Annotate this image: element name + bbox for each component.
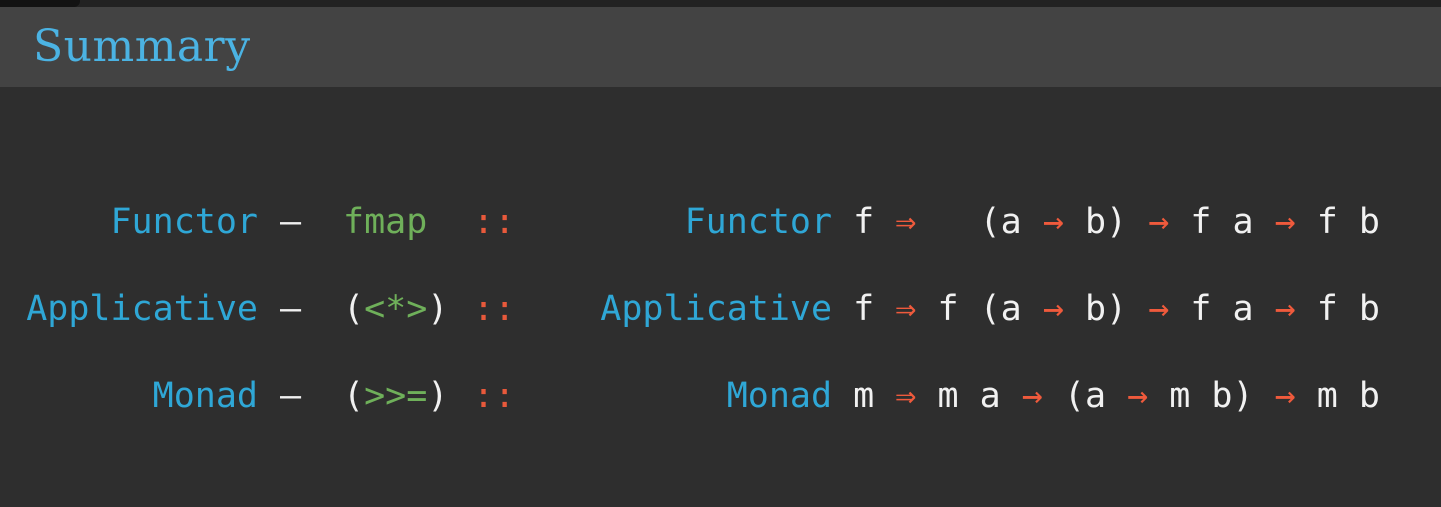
- signature-part: f a: [1169, 202, 1275, 242]
- fat-arrow: ⇒: [895, 289, 917, 329]
- signature-part: b): [1063, 202, 1149, 242]
- arrow: →: [1274, 376, 1296, 416]
- arrow: →: [1042, 289, 1064, 329]
- arrow: →: [1127, 376, 1149, 416]
- signature-part: (a: [1042, 376, 1128, 416]
- window-top-edge: [0, 0, 1441, 7]
- operator-symbol: <*>: [364, 289, 428, 329]
- operator-open-paren: (: [343, 289, 365, 329]
- class-name: Monad: [152, 376, 258, 416]
- operator-open-paren: (: [343, 376, 365, 416]
- arrow: →: [1148, 202, 1170, 242]
- arrow: →: [1021, 376, 1043, 416]
- window-tab-edge: [0, 0, 80, 7]
- arrow: →: [1042, 202, 1064, 242]
- slide: Summary Functor — fmap :: Functor f ⇒ (a…: [0, 0, 1441, 507]
- signature-var: f: [832, 289, 896, 329]
- signature-var: m: [832, 376, 896, 416]
- arrow: →: [1148, 289, 1170, 329]
- signature-part: f a: [1169, 289, 1275, 329]
- operator-symbol: fmap: [343, 202, 428, 242]
- signature-part: b): [1063, 289, 1149, 329]
- type-signature: Monad m ⇒ m a → (a → m b) → m b: [727, 353, 1380, 439]
- signature-class: Applicative: [600, 289, 833, 329]
- class-name: Applicative: [26, 289, 258, 329]
- signature-part: m b): [1148, 376, 1275, 416]
- slide-header: Summary: [0, 7, 1441, 87]
- signature-part: m b: [1295, 376, 1380, 416]
- operator: (<*>): [343, 266, 448, 352]
- signature-part: f b: [1295, 289, 1380, 329]
- em-dash: —: [280, 202, 302, 242]
- signature-part: f (a: [916, 289, 1043, 329]
- fat-arrow: ⇒: [895, 202, 917, 242]
- signature-class: Monad: [726, 376, 833, 416]
- operator-close-paren: ): [427, 289, 449, 329]
- type-signature: Applicative f ⇒ f (a → b) → f a → f b: [600, 266, 1380, 352]
- em-dash: —: [280, 289, 302, 329]
- signature-class: Functor: [684, 202, 833, 242]
- signature-var: f: [832, 202, 896, 242]
- type-colons: ::: [473, 376, 516, 416]
- type-colons: ::: [473, 289, 516, 329]
- type-colons: ::: [473, 202, 516, 242]
- fat-arrow: ⇒: [895, 376, 917, 416]
- class-name: Functor: [110, 202, 258, 242]
- signature-part: (a: [916, 202, 1043, 242]
- slide-title: Summary: [33, 21, 251, 72]
- arrow: →: [1274, 289, 1296, 329]
- type-signature: Functor f ⇒ (a → b) → f a → f b: [685, 179, 1380, 265]
- signature-part: m a: [916, 376, 1022, 416]
- operator: (>>=): [343, 353, 448, 439]
- arrow: →: [1274, 202, 1296, 242]
- operator: fmap: [343, 179, 427, 265]
- em-dash: —: [280, 376, 302, 416]
- operator-symbol: >>=: [364, 376, 428, 416]
- summary-row-monad: Monad — (>>=) :: Monad m ⇒ m a → (a → m …: [0, 353, 1441, 439]
- operator-close-paren: ): [427, 376, 449, 416]
- summary-row-applicative: Applicative — (<*>) :: Applicative f ⇒ f…: [0, 266, 1441, 352]
- signature-part: f b: [1295, 202, 1380, 242]
- summary-row-functor: Functor — fmap :: Functor f ⇒ (a → b) → …: [0, 179, 1441, 265]
